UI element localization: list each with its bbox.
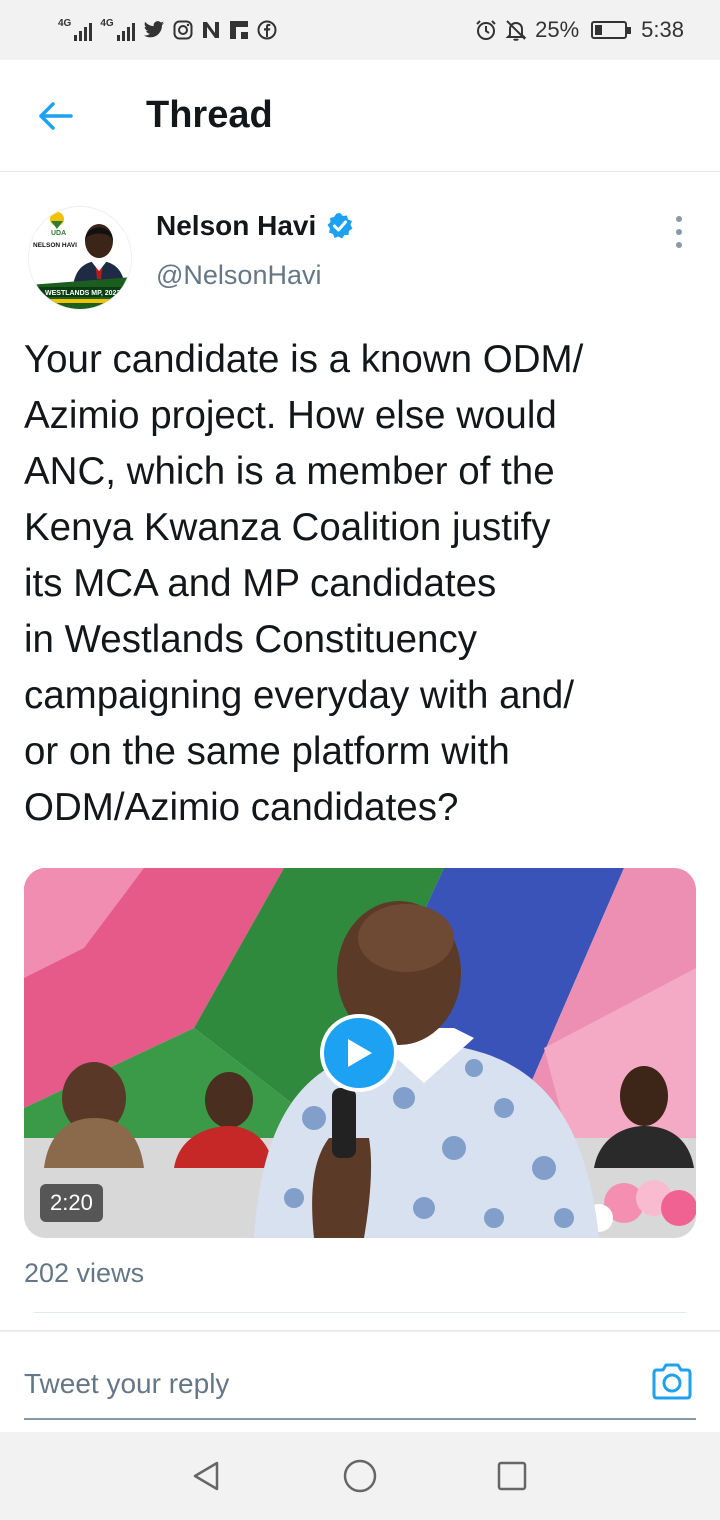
camera-button[interactable]	[650, 1360, 694, 1404]
status-bar: 4G 4G 25% 5:38	[0, 0, 720, 60]
status-right: 25% 5:38	[475, 17, 684, 43]
facebook-icon	[257, 20, 277, 40]
status-time: 5:38	[641, 17, 684, 42]
avatar-name-caption: NELSON HAVI	[33, 242, 77, 249]
play-icon	[348, 1039, 372, 1067]
arrow-left-icon	[39, 102, 73, 130]
signal-icon: 4G	[58, 18, 93, 41]
network-type-label: 4G	[58, 18, 72, 29]
more-dot-icon	[676, 242, 682, 248]
author-handle[interactable]: @NelsonHavi	[156, 260, 321, 291]
silent-bell-icon	[505, 20, 527, 41]
signal-icon: 4G	[100, 18, 135, 41]
page-title: Thread	[146, 94, 273, 136]
tweet-author: UDA NELSON HAVI WESTLANDS MP, 2022 Nelso…	[0, 172, 720, 322]
flipboard-icon	[229, 21, 248, 39]
reply-underline	[24, 1418, 696, 1420]
view-count: 202 views	[24, 1258, 145, 1288]
battery-fill	[595, 25, 603, 35]
battery-percent: 25%	[535, 17, 580, 42]
network-type-label: 4G	[100, 18, 114, 29]
battery-icon	[591, 21, 632, 39]
more-dot-icon	[676, 229, 682, 235]
back-button[interactable]	[30, 96, 80, 136]
alarm-icon	[476, 20, 496, 40]
nav-back-button[interactable]	[186, 1456, 226, 1496]
newsapp-icon	[202, 22, 219, 38]
system-nav-bar	[0, 1432, 720, 1520]
reply-bar	[0, 1332, 720, 1428]
twitter-icon	[143, 21, 164, 38]
verified-badge-icon	[327, 213, 353, 239]
avatar[interactable]: UDA NELSON HAVI WESTLANDS MP, 2022	[28, 206, 132, 310]
tweet-text: Your candidate is a known ODM/ Azimio pr…	[24, 338, 584, 829]
video-player[interactable]: 2:20	[24, 868, 696, 1238]
circle-home-icon	[343, 1459, 377, 1493]
status-left: 4G 4G	[58, 19, 277, 41]
camera-icon	[652, 1363, 692, 1400]
nav-recents-button[interactable]	[492, 1456, 532, 1496]
divider	[34, 1312, 686, 1313]
play-button[interactable]	[320, 1014, 398, 1092]
instagram-icon	[173, 20, 193, 40]
square-recents-icon	[497, 1461, 527, 1491]
more-dot-icon	[676, 216, 682, 222]
avatar-image: UDA NELSON HAVI WESTLANDS MP, 2022	[29, 207, 131, 309]
author-name[interactable]: Nelson Havi	[156, 210, 316, 242]
triangle-back-icon	[193, 1461, 219, 1491]
reply-input[interactable]	[24, 1364, 624, 1404]
more-options-button[interactable]	[664, 212, 694, 252]
thread-header: Thread	[0, 60, 720, 172]
avatar-party-text: UDA	[51, 230, 66, 237]
nav-home-button[interactable]	[340, 1456, 380, 1496]
video-duration: 2:20	[40, 1184, 103, 1222]
avatar-banner-text: WESTLANDS MP, 2022	[45, 290, 120, 297]
